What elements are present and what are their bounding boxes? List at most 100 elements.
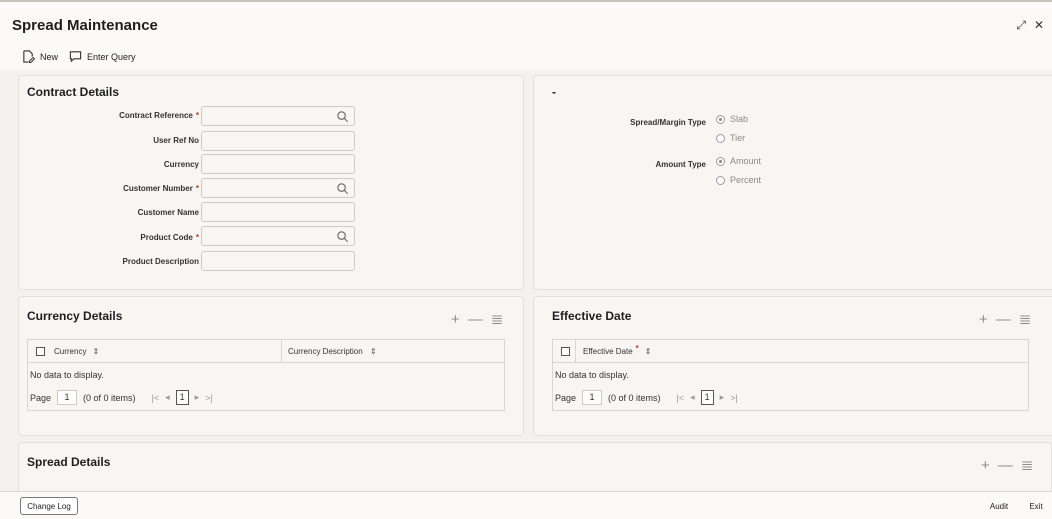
spread-details-grid-actions: + — ≣ [981, 456, 1034, 475]
page-label: Page [555, 392, 577, 403]
remove-row-icon[interactable]: — [996, 311, 1011, 328]
column-divider [281, 339, 282, 363]
radio-button[interactable] [716, 175, 725, 185]
currency-label: Currency [163, 160, 199, 169]
toolbar: New Enter Query [0, 42, 1052, 70]
spread-type-panel-title: - [552, 85, 556, 99]
prev-page-icon[interactable]: ◂ [690, 392, 695, 403]
search-icon[interactable] [336, 110, 349, 123]
page-label: Page [30, 392, 52, 403]
prev-page-icon[interactable]: ◂ [165, 392, 170, 403]
product-code-label: Product Code * [140, 233, 199, 242]
add-row-icon[interactable]: + [979, 311, 988, 328]
new-document-icon [23, 50, 35, 63]
product-code-input[interactable] [202, 227, 354, 245]
radio-percent-label: Percent [730, 175, 762, 185]
customer-name-field[interactable] [201, 202, 355, 222]
columns-icon[interactable]: ≣ [491, 310, 504, 328]
exit-button[interactable]: Exit [1024, 497, 1048, 515]
user-ref-no-input[interactable] [202, 132, 354, 150]
customer-number-input[interactable] [202, 179, 354, 197]
radio-amount[interactable]: Amount [716, 156, 761, 166]
resize-icon[interactable]: ⤢ [1016, 18, 1026, 33]
add-row-icon[interactable]: + [451, 311, 460, 328]
query-chat-icon [69, 51, 82, 63]
currency-grid-actions: + — ≣ [451, 310, 504, 329]
radio-button-selected[interactable] [716, 156, 725, 166]
spread-details-title: Spread Details [27, 455, 111, 469]
items-count: (0 of 0 items) [608, 392, 661, 403]
current-page-button[interactable]: 1 [175, 390, 189, 405]
last-page-icon[interactable]: >| [730, 393, 738, 403]
enter-query-button[interactable]: Enter Query [69, 50, 136, 63]
select-all-checkbox[interactable] [561, 346, 570, 356]
first-page-icon[interactable]: |< [152, 393, 160, 403]
currency-pager: Page 1 (0 of 0 items) |< ◂ 1 ▸ >| [30, 390, 213, 405]
sort-icon[interactable]: ⇕ [370, 347, 377, 356]
currency-details-panel: Currency Details + — ≣ Currency ⇕ Curren… [18, 296, 524, 436]
page-input[interactable]: 1 [57, 390, 78, 405]
contract-details-panel: Contract Details Contract Reference * Use… [18, 75, 524, 290]
page-title: Spread Maintenance [12, 17, 158, 34]
search-icon[interactable] [336, 182, 349, 195]
current-page-button[interactable]: 1 [700, 390, 714, 405]
radio-tier[interactable]: Tier [716, 133, 745, 143]
close-icon[interactable]: ✕ [1034, 18, 1044, 33]
no-data-message: No data to display. [555, 370, 629, 380]
sort-icon[interactable]: ⇕ [92, 347, 99, 356]
product-code-field[interactable] [201, 226, 355, 246]
contract-reference-input[interactable] [202, 107, 354, 125]
spread-margin-type-label: Spread/Margin Type [630, 118, 706, 127]
radio-amount-label: Amount [730, 156, 762, 166]
new-button[interactable]: New [22, 50, 58, 63]
column-header-effective-date[interactable]: Effective Date [583, 347, 633, 356]
customer-number-field[interactable] [201, 178, 355, 198]
contract-reference-label: Contract Reference * [119, 111, 199, 120]
last-page-icon[interactable]: >| [205, 393, 213, 403]
title-bar: Spread Maintenance ⤢ ✕ [0, 0, 1052, 42]
audit-button[interactable]: Audit [985, 497, 1013, 515]
column-header-currency[interactable]: Currency [54, 347, 86, 356]
columns-icon[interactable]: ≣ [1021, 456, 1034, 474]
search-icon[interactable] [336, 230, 349, 243]
amount-type-label: Amount Type [655, 160, 706, 169]
next-page-icon[interactable]: ▸ [720, 392, 725, 403]
effective-date-panel: Effective Date + — ≣ Effective Date * ⇕ … [533, 296, 1052, 436]
sort-icon[interactable]: ⇕ [645, 347, 652, 356]
currency-details-title: Currency Details [27, 309, 123, 323]
radio-button[interactable] [716, 133, 725, 143]
add-row-icon[interactable]: + [981, 457, 990, 474]
window-controls: ⤢ ✕ [1016, 18, 1044, 33]
radio-tier-label: Tier [730, 133, 746, 143]
contract-reference-field[interactable] [201, 106, 355, 126]
currency-grid: Currency ⇕ Currency Description ⇕ No dat… [27, 339, 505, 411]
user-ref-no-field[interactable] [201, 131, 355, 151]
change-log-button[interactable]: Change Log [20, 497, 78, 515]
page-input[interactable]: 1 [582, 390, 603, 405]
remove-row-icon[interactable]: — [468, 311, 483, 328]
product-description-input[interactable] [202, 252, 354, 270]
customer-name-input[interactable] [202, 203, 354, 221]
radio-percent[interactable]: Percent [716, 175, 761, 185]
select-all-checkbox[interactable] [36, 346, 45, 356]
currency-grid-header: Currency ⇕ Currency Description ⇕ [28, 339, 504, 363]
currency-field[interactable] [201, 154, 355, 174]
product-description-label: Product Description [122, 257, 199, 266]
product-description-field[interactable] [201, 251, 355, 271]
radio-slab[interactable]: Slab [716, 114, 748, 124]
customer-number-label: Customer Number * [123, 184, 199, 193]
required-mark: * [635, 343, 639, 353]
currency-input[interactable] [202, 155, 354, 173]
effective-date-grid: Effective Date * ⇕ No data to display. P… [552, 339, 1029, 411]
spread-type-panel: - Spread/Margin Type Slab Tier Amount Ty… [533, 75, 1052, 290]
columns-icon[interactable]: ≣ [1019, 310, 1032, 328]
first-page-icon[interactable]: |< [677, 393, 685, 403]
radio-slab-label: Slab [730, 114, 749, 124]
no-data-message: No data to display. [30, 370, 104, 380]
effective-date-pager: Page 1 (0 of 0 items) |< ◂ 1 ▸ >| [555, 390, 738, 405]
next-page-icon[interactable]: ▸ [195, 392, 200, 403]
radio-button-selected[interactable] [716, 114, 725, 124]
remove-row-icon[interactable]: — [998, 457, 1013, 474]
effective-date-grid-actions: + — ≣ [979, 310, 1032, 329]
column-header-currency-description[interactable]: Currency Description [288, 347, 363, 356]
